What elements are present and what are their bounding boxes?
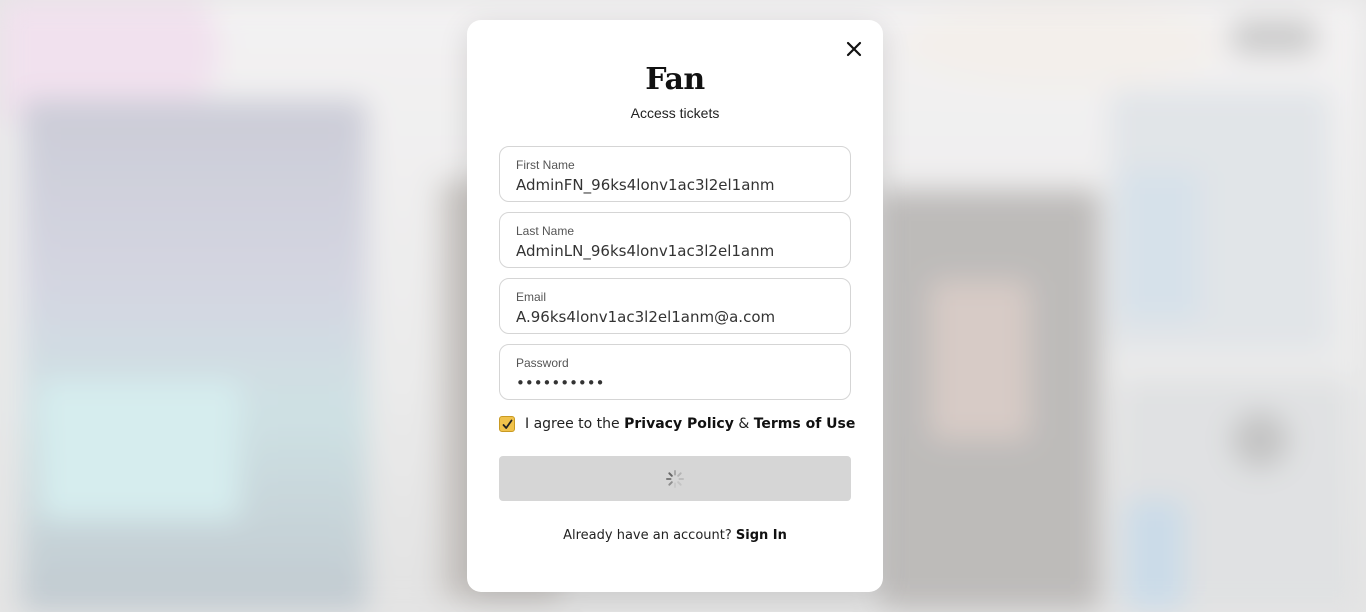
sign-in-link[interactable]: Sign In [736,528,787,543]
agree-terms-row: I agree to the Privacy Policy & Terms of… [499,414,855,434]
signin-prompt-text: Already have an account? [563,528,732,543]
password-label: Password [516,356,569,370]
agree-checkbox[interactable] [499,416,515,432]
modal-subtitle: Access tickets [630,105,720,121]
first-name-label: First Name [516,158,575,172]
last-name-input[interactable] [516,241,836,261]
agree-text: I agree to the Privacy Policy & Terms of… [525,416,855,432]
password-field[interactable]: Password [499,344,851,400]
agree-joiner: & [738,416,750,432]
spinner-icon [666,469,684,488]
agree-prefix: I agree to the [525,416,620,432]
signin-prompt: Already have an account? Sign In [467,528,883,543]
privacy-policy-link[interactable]: Privacy Policy [624,416,734,432]
first-name-field[interactable]: First Name [499,146,851,202]
first-name-input[interactable] [516,175,836,195]
close-icon [846,41,862,57]
modal-title: Fan [645,62,705,97]
close-button[interactable] [843,38,865,60]
submit-button[interactable] [499,456,851,501]
terms-of-use-link[interactable]: Terms of Use [754,416,856,432]
email-field[interactable]: Email [499,278,851,334]
last-name-label: Last Name [516,224,575,238]
password-input[interactable] [516,373,836,393]
email-label: Email [516,290,547,304]
last-name-field[interactable]: Last Name [499,212,851,268]
email-input[interactable] [516,307,836,327]
signup-modal: Fan Access tickets First Name Last Name … [467,20,883,592]
checkmark-icon [502,419,512,429]
